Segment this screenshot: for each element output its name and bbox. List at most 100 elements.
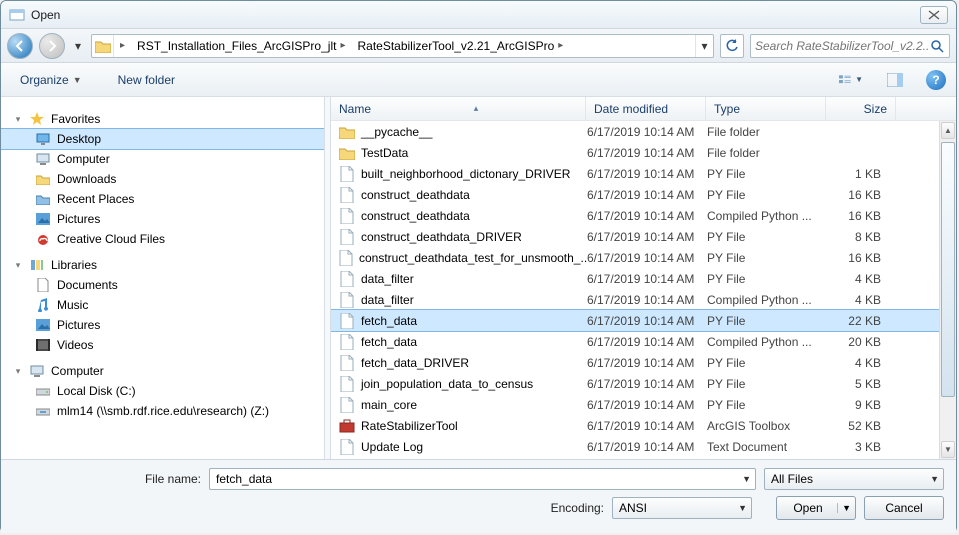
network-drive-icon [35,403,51,419]
libraries-icon [29,257,45,273]
file-row[interactable]: RateStabilizerTool6/17/2019 10:14 AMArcG… [331,415,956,436]
nav-history-dropdown[interactable]: ▾ [71,34,85,58]
scroll-thumb[interactable] [941,142,955,397]
preview-pane-button[interactable] [882,69,908,91]
open-button[interactable]: Open▼ [776,496,856,520]
drive-icon [35,383,51,399]
computer-icon [35,151,51,167]
chevron-down-icon: ▼ [742,474,751,484]
file-type: Compiled Python ... [707,335,827,349]
file-row[interactable]: TestData6/17/2019 10:14 AMFile folder [331,142,956,163]
file-row[interactable]: construct_deathdata_test_for_unsmooth_..… [331,247,956,268]
filename-input[interactable]: fetch_data▼ [209,468,756,490]
sidebar-item-videos[interactable]: Videos [1,335,330,355]
file-row[interactable]: construct_deathdata_DRIVER6/17/2019 10:1… [331,226,956,247]
organize-button[interactable]: Organize▼ [11,68,91,92]
encoding-label: Encoding: [551,501,604,515]
sidebar-item-documents[interactable]: Documents [1,275,330,295]
file-name: construct_deathdata_test_for_unsmooth_..… [359,251,587,265]
file-date: 6/17/2019 10:14 AM [587,251,707,265]
view-options-button[interactable]: ▼ [838,69,864,91]
address-bar[interactable]: ▸ RST_Installation_Files_ArcGISPro_jlt▸ … [91,34,714,58]
cancel-button[interactable]: Cancel [864,496,944,520]
address-bar-dropdown[interactable]: ▾ [695,34,713,58]
file-date: 6/17/2019 10:14 AM [587,125,707,139]
file-size: 16 KB [827,188,889,202]
favorites-group[interactable]: ▾Favorites [1,107,330,129]
file-row[interactable]: fetch_data6/17/2019 10:14 AMPY File22 KB [331,310,956,331]
file-size: 8 KB [827,230,889,244]
file-icon [339,271,355,287]
file-type: PY File [707,272,827,286]
search-input[interactable] [755,39,929,53]
file-size: 4 KB [827,272,889,286]
file-date: 6/17/2019 10:14 AM [587,398,707,412]
file-name: construct_deathdata_DRIVER [361,230,522,244]
file-name: fetch_data [361,335,417,349]
encoding-select[interactable]: ANSI▼ [612,497,752,519]
file-row[interactable]: construct_deathdata6/17/2019 10:14 AMCom… [331,205,956,226]
sidebar-item-pictures[interactable]: Pictures [1,209,330,229]
file-name: RateStabilizerTool [361,419,458,433]
file-row[interactable]: built_neighborhood_dictonary_DRIVER6/17/… [331,163,956,184]
folder-icon [339,124,355,140]
file-row[interactable]: data_filter6/17/2019 10:14 AMPY File4 KB [331,268,956,289]
breadcrumb-seg1[interactable]: RST_Installation_Files_ArcGISPro_jlt▸ [131,35,351,57]
sort-ascending-icon: ▴ [474,103,479,114]
nav-forward-button[interactable] [39,33,65,59]
file-row[interactable]: fetch_data_DRIVER6/17/2019 10:14 AMPY Fi… [331,352,956,373]
new-folder-button[interactable]: New folder [109,68,184,92]
file-name: TestData [361,146,408,160]
column-header-size[interactable]: Size [826,97,896,120]
file-date: 6/17/2019 10:14 AM [587,167,707,181]
file-row[interactable]: __pycache__6/17/2019 10:14 AMFile folder [331,121,956,142]
file-icon [339,397,355,413]
file-name: data_filter [361,272,414,286]
file-type: PY File [707,167,827,181]
file-row[interactable]: main_core6/17/2019 10:14 AMPY File9 KB [331,394,956,415]
breadcrumb-root[interactable]: ▸ [114,35,131,57]
file-size: 1 KB [827,167,889,181]
file-row[interactable]: Update Log6/17/2019 10:14 AMText Documen… [331,436,956,457]
close-button[interactable] [920,6,948,24]
sidebar-item-local-c[interactable]: Local Disk (C:) [1,381,330,401]
column-header-date[interactable]: Date modified [586,97,706,120]
scroll-up-button[interactable]: ▲ [941,122,955,139]
file-size: 3 KB [827,440,889,454]
refresh-button[interactable] [720,34,744,58]
sidebar-item-network-z[interactable]: mlm14 (\\smb.rdf.rice.edu\research) (Z:) [1,401,330,421]
sidebar-item-recent[interactable]: Recent Places [1,189,330,209]
file-size: 22 KB [827,314,889,328]
vertical-scrollbar[interactable]: ▲ ▼ [939,121,956,459]
file-size: 20 KB [827,335,889,349]
sidebar-item-music[interactable]: Music [1,295,330,315]
file-type-filter[interactable]: All Files▼ [764,468,944,490]
sidebar-item-downloads[interactable]: Downloads [1,169,330,189]
file-type: File folder [707,146,827,160]
file-size: 5 KB [827,377,889,391]
downloads-icon [35,171,51,187]
scroll-down-button[interactable]: ▼ [941,441,955,458]
breadcrumb-seg2[interactable]: RateStabilizerTool_v2.21_ArcGISPro▸ [351,35,569,57]
file-row[interactable]: construct_deathdata6/17/2019 10:14 AMPY … [331,184,956,205]
file-type: Text Document [707,440,827,454]
sidebar-item-lib-pictures[interactable]: Pictures [1,315,330,335]
column-header-type[interactable]: Type [706,97,826,120]
file-name: main_core [361,398,417,412]
file-row[interactable]: fetch_data6/17/2019 10:14 AMCompiled Pyt… [331,331,956,352]
nav-back-button[interactable] [7,33,33,59]
libraries-group[interactable]: ▾Libraries [1,253,330,275]
file-type: Compiled Python ... [707,209,827,223]
file-date: 6/17/2019 10:14 AM [587,188,707,202]
computer-group[interactable]: ▾Computer [1,359,330,381]
sidebar-item-desktop[interactable]: Desktop [1,129,330,149]
sidebar-item-computer[interactable]: Computer [1,149,330,169]
column-header-name[interactable]: Name▴ [331,97,586,120]
search-box[interactable] [750,34,950,58]
chevron-down-icon: ▼ [738,503,747,513]
file-row[interactable]: join_population_data_to_census6/17/2019 … [331,373,956,394]
sidebar-item-creative[interactable]: Creative Cloud Files [1,229,330,249]
filename-label: File name: [13,472,201,486]
help-button[interactable]: ? [926,70,946,90]
file-row[interactable]: data_filter6/17/2019 10:14 AMCompiled Py… [331,289,956,310]
